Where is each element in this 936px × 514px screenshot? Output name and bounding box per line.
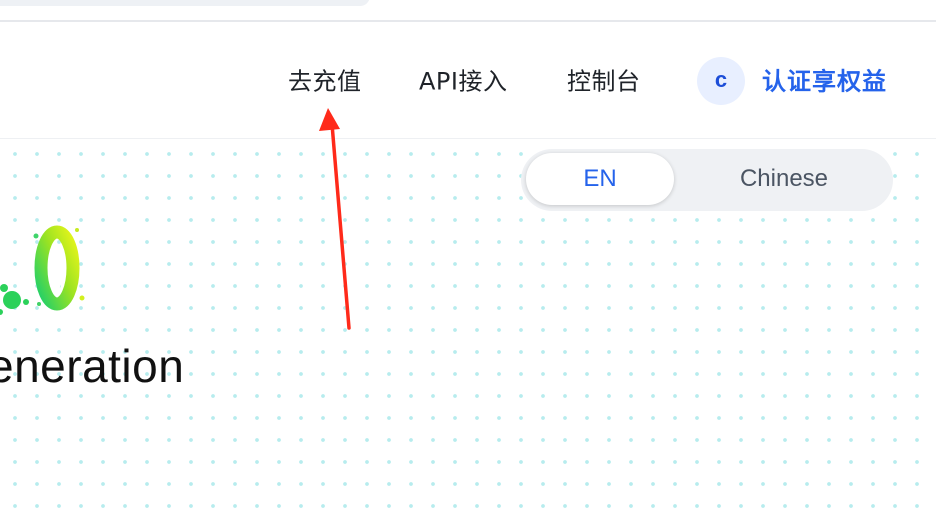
user-avatar[interactable]: c (697, 57, 745, 105)
nav-console-link[interactable]: 控制台 (567, 62, 641, 97)
logo-splash-icon (0, 225, 85, 315)
nav-recharge-link[interactable]: 去充值 (288, 62, 362, 97)
certify-benefits-link[interactable]: 认证享权益 (762, 62, 887, 97)
browser-address-strip (0, 0, 936, 22)
nav-api-link[interactable]: API接入 (419, 62, 507, 97)
lang-option-chinese[interactable]: Chinese (689, 153, 879, 205)
page: 去充值 API接入 控制台 c 认证享权益 EN Chinese enerati… (0, 0, 936, 514)
top-navbar: 去充值 API接入 控制台 c 认证享权益 (0, 22, 936, 139)
lang-option-en[interactable]: EN (526, 153, 674, 205)
address-bar[interactable] (0, 0, 370, 6)
language-toggle: EN Chinese (521, 149, 893, 211)
hero-title-partial: eneration (0, 340, 185, 392)
